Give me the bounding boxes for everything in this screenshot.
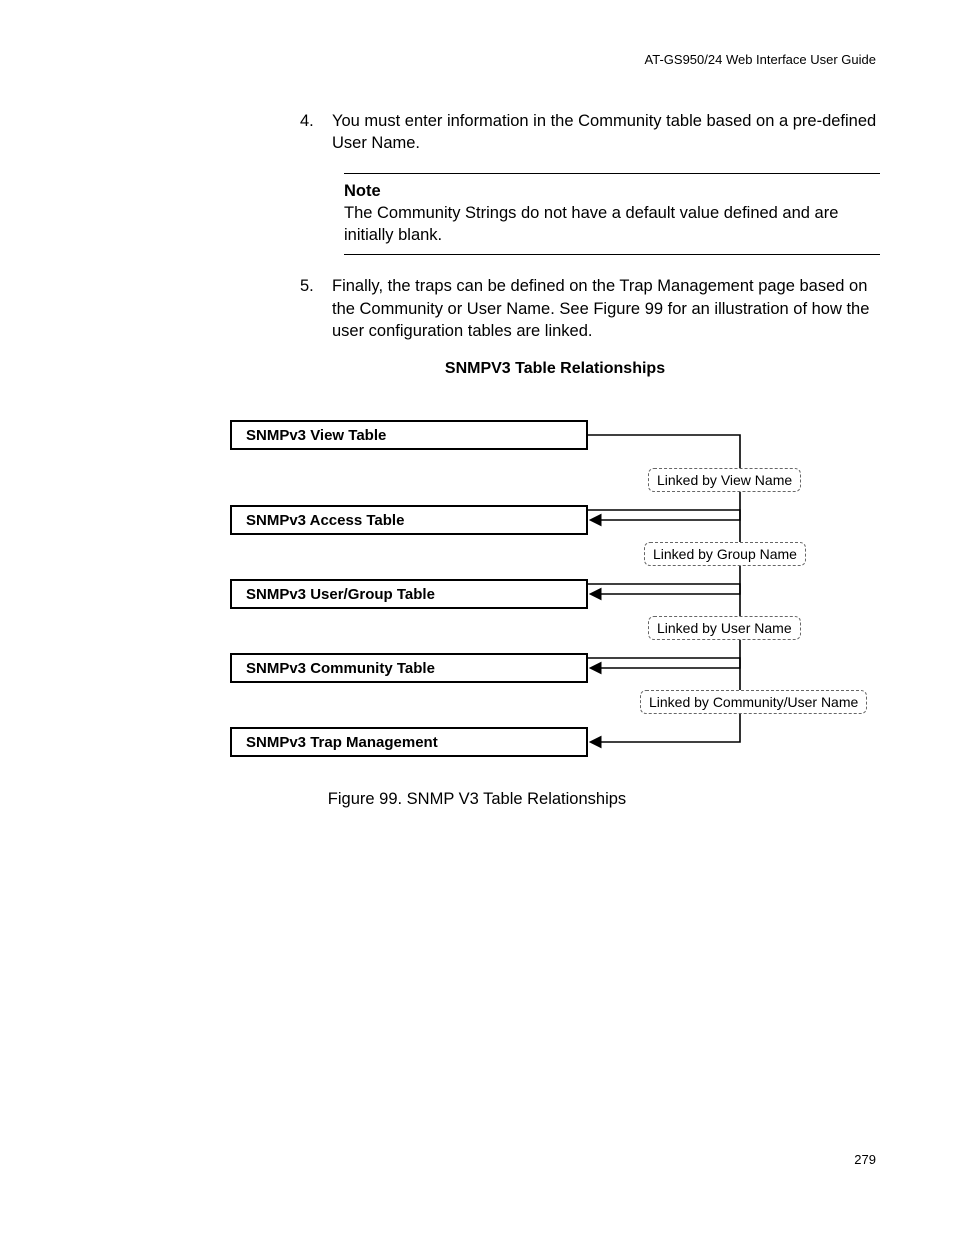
diagram: SNMPV3 Table Relationships SNMPv3 View T… [230, 360, 880, 780]
diagram-link-group: Linked by Group Name [644, 542, 806, 566]
diagram-box-trap: SNMPv3 Trap Management [230, 727, 588, 757]
note-body: The Community Strings do not have a defa… [344, 202, 880, 247]
page-number: 279 [854, 1152, 876, 1167]
note-box: Note The Community Strings do not have a… [344, 173, 880, 256]
list-text: Finally, the traps can be defined on the… [332, 275, 880, 342]
list-item-4: 4. You must enter information in the Com… [300, 110, 880, 155]
page: AT-GS950/24 Web Interface User Guide 4. … [0, 0, 954, 1235]
diagram-box-usergroup: SNMPv3 User/Group Table [230, 579, 588, 609]
list-item-5: 5. Finally, the traps can be defined on … [300, 275, 880, 342]
list-text: You must enter information in the Commun… [332, 110, 880, 155]
diagram-link-view: Linked by View Name [648, 468, 801, 492]
figure-caption: Figure 99. SNMP V3 Table Relationships [0, 790, 954, 809]
list-number: 4. [300, 110, 332, 155]
note-title: Note [344, 180, 880, 202]
header-right: AT-GS950/24 Web Interface User Guide [645, 52, 876, 67]
diagram-box-view: SNMPv3 View Table [230, 420, 588, 450]
diagram-box-access: SNMPv3 Access Table [230, 505, 588, 535]
list-number: 5. [300, 275, 332, 342]
diagram-link-community: Linked by Community/User Name [640, 690, 867, 714]
diagram-box-community: SNMPv3 Community Table [230, 653, 588, 683]
diagram-link-user: Linked by User Name [648, 616, 801, 640]
body-content: 4. You must enter information in the Com… [300, 110, 880, 360]
